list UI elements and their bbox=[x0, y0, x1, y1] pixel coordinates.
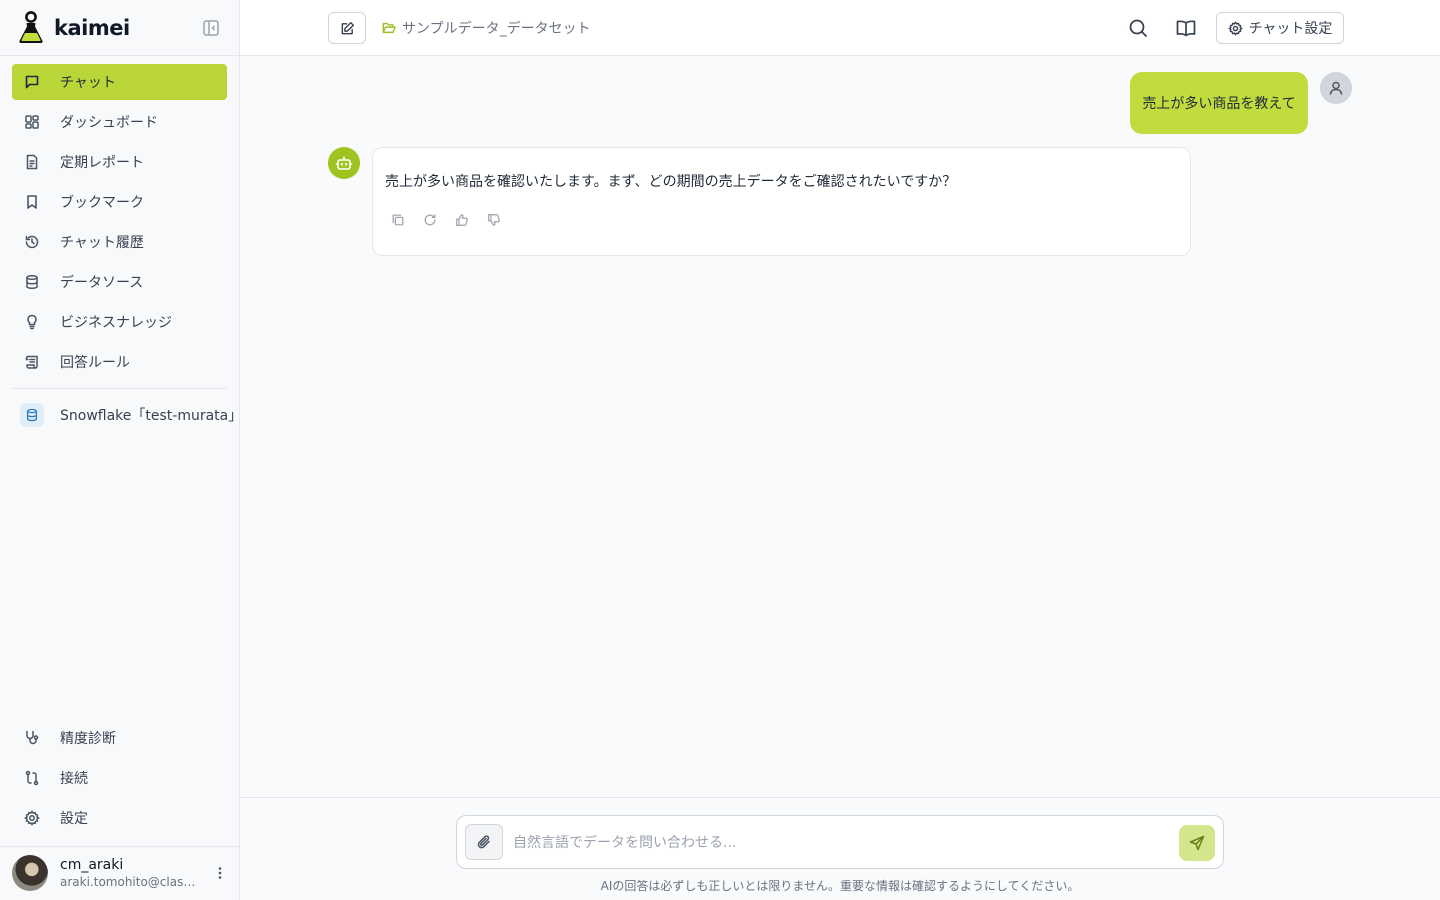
sidebar-item-label: 接続 bbox=[60, 771, 88, 787]
edit-icon bbox=[341, 21, 354, 34]
user-info: cm_araki araki.tomohito@class... bbox=[60, 856, 200, 890]
sidebar-item-connections[interactable]: 接続 bbox=[12, 760, 227, 796]
sidebar-item-label: ブックマーク bbox=[60, 195, 144, 211]
nav-divider bbox=[12, 388, 227, 389]
sidebar-item-chat[interactable]: チャット bbox=[12, 64, 227, 100]
lightbulb-icon bbox=[27, 314, 37, 330]
chat-area: 売上が多い商品を教えて 売上が多い商品を確認いたします。まず、どの期間の売上デー… bbox=[240, 56, 1440, 798]
avatar bbox=[12, 855, 48, 891]
sidebar-item-datasources[interactable]: データソース bbox=[12, 264, 227, 300]
search-icon[interactable] bbox=[1127, 17, 1149, 39]
send-button[interactable] bbox=[1179, 825, 1215, 861]
sidebar-item-knowledge[interactable]: ビジネスナレッジ bbox=[12, 304, 227, 340]
message-actions bbox=[391, 213, 519, 229]
sidebar-item-history[interactable]: チャット履歴 bbox=[12, 224, 227, 260]
sidebar-item-label: 回答ルール bbox=[60, 355, 130, 371]
chat-settings-label: チャット設定 bbox=[1248, 21, 1333, 37]
dataset-name: サンプルデータ_データセット bbox=[402, 21, 591, 37]
chat-input[interactable] bbox=[513, 826, 1163, 860]
brand-name: kaimei bbox=[54, 16, 130, 40]
user-avatar-icon bbox=[1320, 72, 1352, 104]
disclaimer: AIの回答は必ずしも正しいとは限りません。重要な情報は確認するようにしてください… bbox=[600, 879, 1080, 893]
sidebar-bottom-nav: 精度診断 接続 設定 bbox=[12, 720, 227, 840]
attach-button[interactable] bbox=[465, 824, 503, 860]
sidebar-item-settings[interactable]: 設定 bbox=[12, 800, 227, 836]
bookmark-icon bbox=[27, 195, 37, 209]
sidebar-item-label: チャット bbox=[60, 75, 116, 91]
bot-avatar-icon bbox=[328, 147, 360, 179]
sidebar-item-label: ダッシュボード bbox=[60, 115, 158, 131]
gear-icon bbox=[1227, 20, 1243, 36]
top-header: サンプルデータ_データセット チャット設定 bbox=[240, 0, 1440, 56]
assistant-message-text: 売上が多い商品を確認いたします。まず、どの期間の売上データをご確認されたいですか… bbox=[385, 174, 957, 190]
kaimei-logo-icon bbox=[19, 11, 43, 43]
composer bbox=[456, 815, 1224, 869]
user-name: cm_araki bbox=[60, 857, 124, 873]
collapse-sidebar-icon[interactable] bbox=[201, 18, 221, 38]
database-icon bbox=[26, 274, 38, 290]
connection-icon bbox=[25, 770, 39, 786]
stethoscope-icon bbox=[26, 730, 39, 745]
sidebar-item-rules[interactable]: 回答ルール bbox=[12, 344, 227, 380]
thumbs-down-icon[interactable] bbox=[487, 213, 503, 229]
sidebar: kaimei チャット ダッシュボード 定期レポート ブックマーク チャット履歴 bbox=[0, 0, 240, 900]
new-chat-button[interactable] bbox=[328, 12, 366, 44]
user-profile[interactable]: cm_araki araki.tomohito@class... bbox=[12, 854, 232, 892]
sidebar-item-label: 精度診断 bbox=[60, 731, 116, 747]
sidebar-item-label: 設定 bbox=[60, 811, 88, 827]
send-icon bbox=[1189, 835, 1205, 851]
book-open-icon[interactable] bbox=[1175, 17, 1197, 39]
chat-settings-button[interactable]: チャット設定 bbox=[1216, 12, 1344, 44]
source-label: Snowflake「test-murata」 bbox=[60, 408, 238, 424]
report-document-icon bbox=[26, 154, 38, 170]
brand-divider bbox=[0, 55, 240, 56]
sidebar-item-label: 定期レポート bbox=[60, 155, 144, 171]
history-icon bbox=[25, 235, 39, 249]
user-email: araki.tomohito@class... bbox=[60, 875, 200, 889]
dataset-selector[interactable]: サンプルデータ_データセット bbox=[382, 16, 591, 40]
dashboard-grid-icon bbox=[25, 115, 39, 129]
brand[interactable]: kaimei bbox=[16, 10, 226, 46]
paperclip-icon bbox=[477, 835, 490, 849]
sidebar-item-snowflake-source[interactable]: Snowflake「test-murata」 bbox=[12, 398, 238, 432]
sidebar-item-label: ビジネスナレッジ bbox=[60, 315, 172, 331]
user-divider bbox=[0, 846, 240, 847]
sidebar-item-bookmarks[interactable]: ブックマーク bbox=[12, 184, 227, 220]
assistant-message: 売上が多い商品を確認いたします。まず、どの期間の売上データをご確認されたいですか… bbox=[372, 147, 1191, 256]
more-options-icon[interactable] bbox=[212, 865, 228, 881]
scroll-icon bbox=[25, 355, 38, 369]
sidebar-item-label: データソース bbox=[60, 275, 144, 291]
sidebar-item-diagnostics[interactable]: 精度診断 bbox=[12, 720, 227, 756]
sidebar-item-label: チャット履歴 bbox=[60, 235, 144, 251]
composer-area: AIの回答は必ずしも正しいとは限りません。重要な情報は確認するようにしてください… bbox=[240, 797, 1440, 900]
sidebar-item-dashboard[interactable]: ダッシュボード bbox=[12, 104, 227, 140]
gear-icon bbox=[24, 810, 40, 826]
thumbs-up-icon[interactable] bbox=[455, 213, 471, 229]
regenerate-icon[interactable] bbox=[423, 213, 439, 229]
user-message: 売上が多い商品を教えて bbox=[1130, 72, 1308, 134]
chat-bubble-icon bbox=[25, 75, 39, 89]
sidebar-item-reports[interactable]: 定期レポート bbox=[12, 144, 227, 180]
database-icon bbox=[20, 403, 44, 427]
user-message-text: 売上が多い商品を教えて bbox=[1142, 96, 1296, 112]
folder-open-icon bbox=[382, 22, 396, 34]
sidebar-nav: チャット ダッシュボード 定期レポート ブックマーク チャット履歴 データソース… bbox=[12, 64, 227, 384]
copy-icon[interactable] bbox=[391, 213, 407, 229]
